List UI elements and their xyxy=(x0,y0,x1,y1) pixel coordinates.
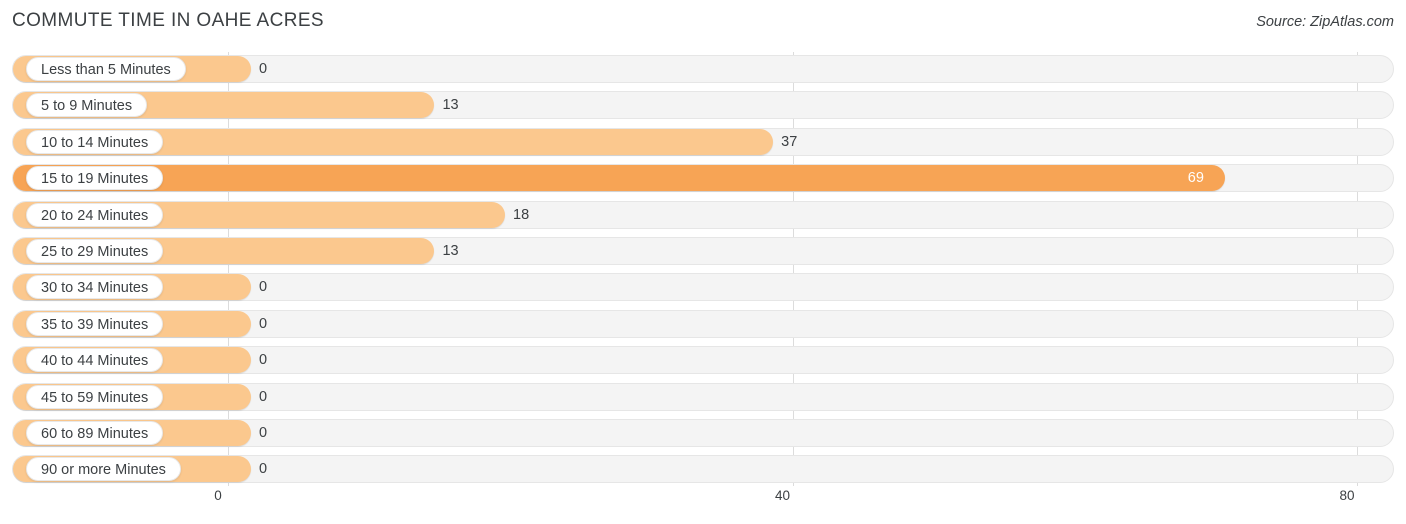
bar-row[interactable]: 25 to 29 Minutes 13 xyxy=(12,237,1394,265)
bar-value-label: 0 xyxy=(259,425,268,441)
bar-value-label: 0 xyxy=(259,315,268,332)
bar-value-label: 37 xyxy=(781,133,798,150)
bar-value-label: 0 xyxy=(259,352,268,369)
bar-value-label: 0 xyxy=(259,461,268,478)
page-title: COMMUTE TIME IN OAHE ACRES xyxy=(12,10,324,31)
bar-category-label: 5 to 9 Minutes xyxy=(26,93,148,118)
bar-row[interactable]: 10 to 14 Minutes 37 xyxy=(12,127,1394,156)
plot-area: Less than 5 Minutes 0 5 to 9 Minutes 13 10 t… xyxy=(0,52,1406,486)
bar-row[interactable]: 35 to 39 Minutes 0 xyxy=(12,309,1394,338)
source-attribution: Source: ZipAtlas.com xyxy=(1256,14,1394,30)
bar-category-label: 35 to 39 Minutes xyxy=(26,311,164,336)
bar-category-label: 90 or more Minutes xyxy=(26,457,181,482)
bar-value-label: 0 xyxy=(259,279,268,296)
bar-category-label: 40 to 44 Minutes xyxy=(26,348,164,373)
bar-row[interactable]: 15 to 19 Minutes 69 xyxy=(12,164,1394,193)
bar-value-label: 18 xyxy=(513,206,530,223)
bar-category-label: 25 to 29 Minutes xyxy=(26,239,164,263)
bar-row[interactable]: 90 or more Minutes 0 xyxy=(12,455,1394,484)
bar-category-label: 10 to 14 Minutes xyxy=(26,129,164,154)
bar-value-label: 13 xyxy=(442,243,459,259)
bar-row[interactable]: 20 to 24 Minutes 18 xyxy=(12,200,1394,229)
bar-value-label: 0 xyxy=(259,388,268,405)
x-tick-label: 80 xyxy=(1339,488,1355,503)
bar-value-label: 0 xyxy=(259,61,268,77)
x-tick-label: 0 xyxy=(214,488,222,503)
bar-category-label: 45 to 59 Minutes xyxy=(26,384,164,409)
bar-row[interactable]: 45 to 59 Minutes 0 xyxy=(12,382,1394,411)
bar-value-label: 69 xyxy=(1187,170,1204,187)
bar-category-label: Less than 5 Minutes xyxy=(26,57,186,81)
bar-row[interactable]: 40 to 44 Minutes 0 xyxy=(12,346,1394,375)
bar-category-label: 30 to 34 Minutes xyxy=(26,275,164,300)
bar-category-label: 20 to 24 Minutes xyxy=(26,202,164,227)
bar-row[interactable]: Less than 5 Minutes 0 xyxy=(12,55,1394,83)
chart-root: COMMUTE TIME IN OAHE ACRES Source: ZipAt… xyxy=(0,0,1406,524)
bar[interactable] xyxy=(13,165,1225,192)
bar-value-label: 13 xyxy=(442,97,459,114)
bar-row[interactable]: 60 to 89 Minutes 0 xyxy=(12,419,1394,447)
bar-category-label: 15 to 19 Minutes xyxy=(26,166,164,191)
bar-row[interactable]: 30 to 34 Minutes 0 xyxy=(12,273,1394,302)
bar-category-label: 60 to 89 Minutes xyxy=(26,421,164,445)
x-tick-label: 40 xyxy=(774,488,791,503)
x-axis: 0 40 80 xyxy=(0,486,1406,524)
bar-row[interactable]: 5 to 9 Minutes 13 xyxy=(12,91,1394,120)
